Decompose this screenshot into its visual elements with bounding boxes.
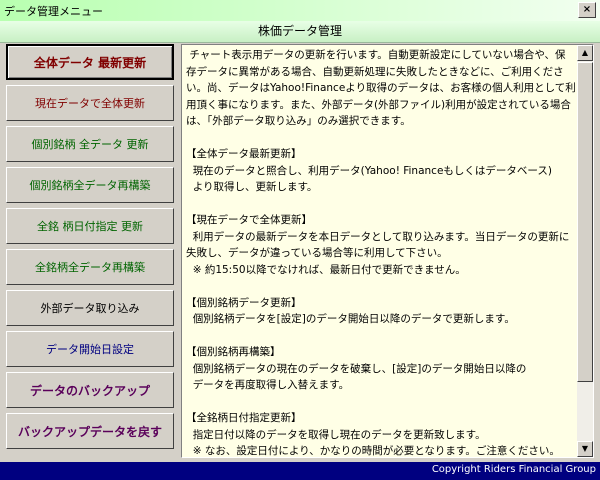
button-label: バックアップデータを戻す — [17, 424, 162, 439]
page-header: 株価データ管理 — [0, 21, 600, 43]
button-label: 全銘柄全データ再構築 — [35, 261, 145, 274]
page-title: 株価データ管理 — [257, 24, 342, 38]
footer-bar: Copyright Riders Financial Group — [0, 462, 600, 480]
update-all-by-date-button[interactable]: 全銘 柄日付指定 更新 — [6, 208, 174, 244]
update-individual-button[interactable]: 個別銘柄 全データ 更新 — [6, 126, 174, 162]
close-button[interactable]: × — [578, 2, 596, 18]
button-label: 個別銘柄 全データ 更新 — [31, 138, 149, 151]
scroll-thumb[interactable] — [577, 62, 593, 382]
window-title: データ管理メニュー — [4, 5, 103, 18]
copyright-text: Copyright Riders Financial Group — [431, 464, 596, 475]
button-label: データ開始日設定 — [46, 343, 134, 356]
button-label: 外部データ取り込み — [40, 302, 140, 315]
description-text: チャート表示用データの更新を行います。自動更新設定にしていない場合や、保存データ… — [186, 49, 576, 457]
button-label: 個別銘柄全データ再構築 — [29, 179, 151, 192]
restore-backup-button[interactable]: バックアップデータを戻す — [6, 413, 174, 449]
update-all-current-button[interactable]: 現在データで全体更新 — [6, 85, 174, 121]
vertical-scrollbar[interactable]: ▲ ▼ — [577, 45, 593, 457]
title-bar: データ管理メニュー × — [0, 0, 600, 22]
update-all-latest-button[interactable]: 全体データ 最新更新 — [6, 44, 174, 80]
rebuild-all-button[interactable]: 全銘柄全データ再構築 — [6, 249, 174, 285]
backup-button[interactable]: データのバックアップ — [6, 372, 174, 408]
button-label: 全銘 柄日付指定 更新 — [37, 220, 143, 233]
button-label: データのバックアップ — [29, 383, 150, 398]
scroll-up-icon[interactable]: ▲ — [577, 45, 593, 61]
scroll-down-icon[interactable]: ▼ — [577, 441, 593, 457]
import-external-button[interactable]: 外部データ取り込み — [6, 290, 174, 326]
button-label: 全体データ 最新更新 — [33, 55, 147, 70]
data-start-date-button[interactable]: データ開始日設定 — [6, 331, 174, 367]
description-panel[interactable]: チャート表示用データの更新を行います。自動更新設定にしていない場合や、保存データ… — [181, 44, 594, 458]
rebuild-individual-button[interactable]: 個別銘柄全データ再構築 — [6, 167, 174, 203]
button-label: 現在データで全体更新 — [35, 97, 145, 110]
